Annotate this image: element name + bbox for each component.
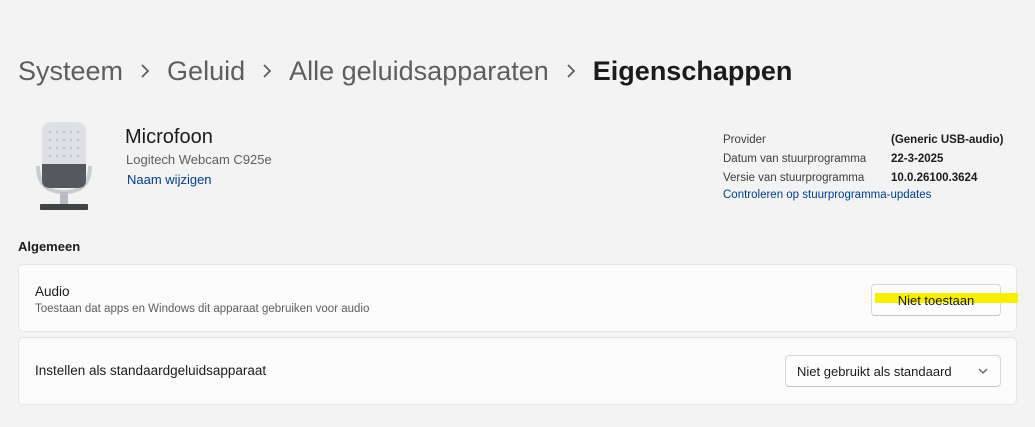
- breadcrumb-item-alle-geluidsapparaten[interactable]: Alle geluidsapparaten: [289, 56, 549, 87]
- device-title: Microfoon: [125, 126, 213, 148]
- driver-info: Provider (Generic USB-audio) Datum van s…: [723, 130, 1003, 202]
- breadcrumb-item-eigenschappen: Eigenschappen: [592, 55, 793, 86]
- provider-value: (Generic USB-audio): [891, 133, 1004, 146]
- driver-date-value: 22-3-2025: [891, 152, 944, 165]
- section-title-algemeen: Algemeen: [18, 239, 81, 254]
- breadcrumb-item-geluid[interactable]: Geluid: [167, 56, 245, 87]
- chevron-down-icon: [976, 364, 990, 378]
- driver-version-label: Versie van stuurprogramma: [723, 171, 865, 184]
- driver-date-row: Datum van stuurprogramma 22-3-2025: [723, 149, 1003, 168]
- driver-update-link[interactable]: Controleren op stuurprogramma-updates: [723, 189, 1003, 201]
- default-device-title: Instellen als standaardgeluidsapparaat: [35, 363, 267, 378]
- default-device-dropdown[interactable]: Niet gebruikt als standaard: [785, 355, 1001, 387]
- breadcrumb: Systeem Geluid Alle geluidsapparaten Eig…: [18, 50, 792, 92]
- rename-link[interactable]: Naam wijzigen: [127, 172, 212, 187]
- default-device-card: Instellen als standaardgeluidsapparaat N…: [18, 337, 1017, 405]
- audio-title: Audio: [35, 284, 70, 299]
- audio-description: Toestaan dat apps en Windows dit apparaa…: [35, 303, 370, 315]
- microphone-icon: [34, 120, 94, 214]
- chevron-right-icon: [123, 63, 167, 79]
- audio-card: Audio Toestaan dat apps en Windows dit a…: [18, 264, 1018, 332]
- deny-audio-button-label: Niet toestaan: [897, 292, 975, 308]
- provider-label: Provider: [723, 133, 766, 146]
- device-subtitle: Logitech Webcam C925e: [126, 152, 272, 167]
- provider-row: Provider (Generic USB-audio): [723, 130, 1003, 149]
- chevron-right-icon: [245, 63, 289, 79]
- driver-version-value: 10.0.26100.3624: [891, 171, 978, 184]
- chevron-right-icon: [549, 63, 593, 79]
- driver-version-row: Versie van stuurprogramma 10.0.26100.362…: [723, 168, 1003, 187]
- default-device-selected: Niet gebruikt als standaard: [797, 363, 952, 379]
- driver-date-label: Datum van stuurprogramma: [723, 152, 867, 165]
- breadcrumb-item-systeem[interactable]: Systeem: [18, 56, 123, 87]
